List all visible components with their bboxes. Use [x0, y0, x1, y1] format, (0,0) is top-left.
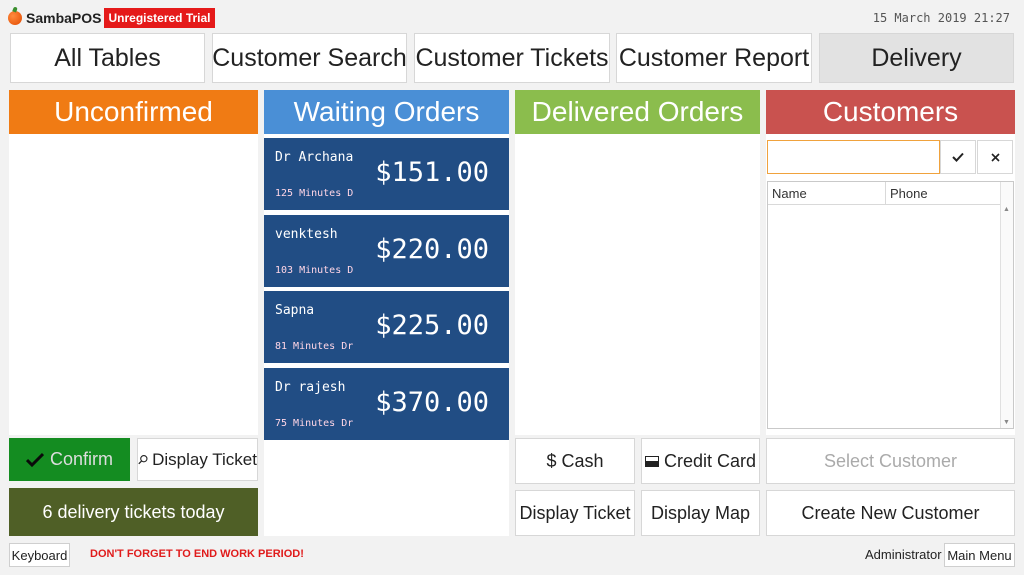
search-confirm-button[interactable] — [940, 140, 976, 174]
all-tables-button[interactable]: All Tables — [10, 33, 205, 83]
display-ticket-button[interactable]: Display Ticket — [515, 490, 635, 536]
delivery-count-label: 6 delivery tickets today — [9, 488, 258, 536]
tomato-logo-icon — [8, 11, 22, 25]
order-elapsed-time: 103 Minutes D — [275, 265, 353, 276]
order-card[interactable]: venktesh 103 Minutes D $220.00 — [264, 215, 509, 287]
order-amount: $225.00 — [375, 310, 489, 341]
order-customer-name: Dr Archana — [275, 150, 354, 165]
work-period-warning: DON'T FORGET TO END WORK PERIOD! — [90, 548, 304, 560]
checkmark-icon — [25, 452, 44, 467]
app-logo: SambaPOS Unregistered Trial — [8, 8, 215, 28]
current-user: Administrator — [865, 547, 942, 562]
order-customer-name: Dr rajesh — [275, 380, 346, 395]
select-customer-button[interactable]: Select Customer — [766, 438, 1015, 484]
confirm-button[interactable]: Confirm — [9, 438, 130, 481]
scroll-down-icon[interactable]: ▼ — [1003, 419, 1010, 426]
close-icon — [990, 152, 1000, 162]
order-card[interactable]: Sapna 81 Minutes Dr $225.00 — [264, 291, 509, 363]
order-amount: $370.00 — [375, 387, 489, 418]
checkmark-icon — [952, 152, 964, 162]
delivery-button[interactable]: Delivery — [819, 33, 1014, 83]
search-clear-button[interactable] — [977, 140, 1013, 174]
order-amount: $220.00 — [375, 234, 489, 265]
order-card[interactable]: Dr Archana 125 Minutes D $151.00 — [264, 138, 509, 210]
datetime: 15 March 2019 21:27 — [872, 11, 1010, 25]
customer-tickets-button[interactable]: Customer Tickets — [414, 33, 610, 83]
name-column-header[interactable]: Name — [768, 182, 886, 205]
order-amount: $151.00 — [375, 157, 489, 188]
create-new-customer-button[interactable]: Create New Customer — [766, 490, 1015, 536]
confirm-label: Confirm — [49, 449, 113, 469]
phone-column-header[interactable]: Phone — [886, 182, 1002, 205]
grid-scrollbar[interactable]: ▲ ▼ — [1000, 182, 1013, 428]
trial-badge: Unregistered Trial — [104, 8, 215, 28]
keyboard-button[interactable]: Keyboard — [9, 543, 70, 567]
delivered-orders-list — [515, 134, 760, 435]
main-menu-button[interactable]: Main Menu — [944, 543, 1015, 567]
waiting-orders-header: Waiting Orders — [264, 90, 509, 134]
search-icon — [138, 455, 148, 465]
customer-grid[interactable]: Name Phone ▲ ▼ — [767, 181, 1014, 429]
order-customer-name: venktesh — [275, 227, 338, 242]
credit-card-icon — [644, 455, 659, 467]
order-elapsed-time: 81 Minutes Dr — [275, 341, 353, 352]
credit-card-label: Credit Card — [663, 450, 757, 471]
customer-search-button[interactable]: Customer Search — [212, 33, 407, 83]
display-ticket-label: Display Ticket — [152, 449, 257, 469]
delivered-orders-header: Delivered Orders — [515, 90, 760, 134]
order-card[interactable]: Dr rajesh 75 Minutes Dr $370.00 — [264, 368, 509, 440]
order-customer-name: Sapna — [275, 303, 315, 318]
delivery-screen: SambaPOS Unregistered Trial 15 March 201… — [0, 0, 1024, 575]
unconfirmed-header: Unconfirmed — [9, 90, 258, 134]
scroll-up-icon[interactable]: ▲ — [1003, 206, 1010, 213]
customer-search-input[interactable] — [767, 140, 940, 174]
customers-header: Customers — [766, 90, 1015, 134]
display-map-button[interactable]: Display Map — [641, 490, 760, 536]
cash-button[interactable]: $ Cash — [515, 438, 635, 484]
display-ticket-button[interactable]: Display Ticket — [137, 438, 258, 481]
customer-report-button[interactable]: Customer Report — [616, 33, 812, 83]
unconfirmed-list — [9, 134, 258, 435]
order-elapsed-time: 75 Minutes Dr — [275, 418, 353, 429]
order-elapsed-time: 125 Minutes D — [275, 188, 353, 199]
app-name: SambaPOS — [26, 10, 102, 26]
credit-card-button[interactable]: Credit Card — [641, 438, 760, 484]
